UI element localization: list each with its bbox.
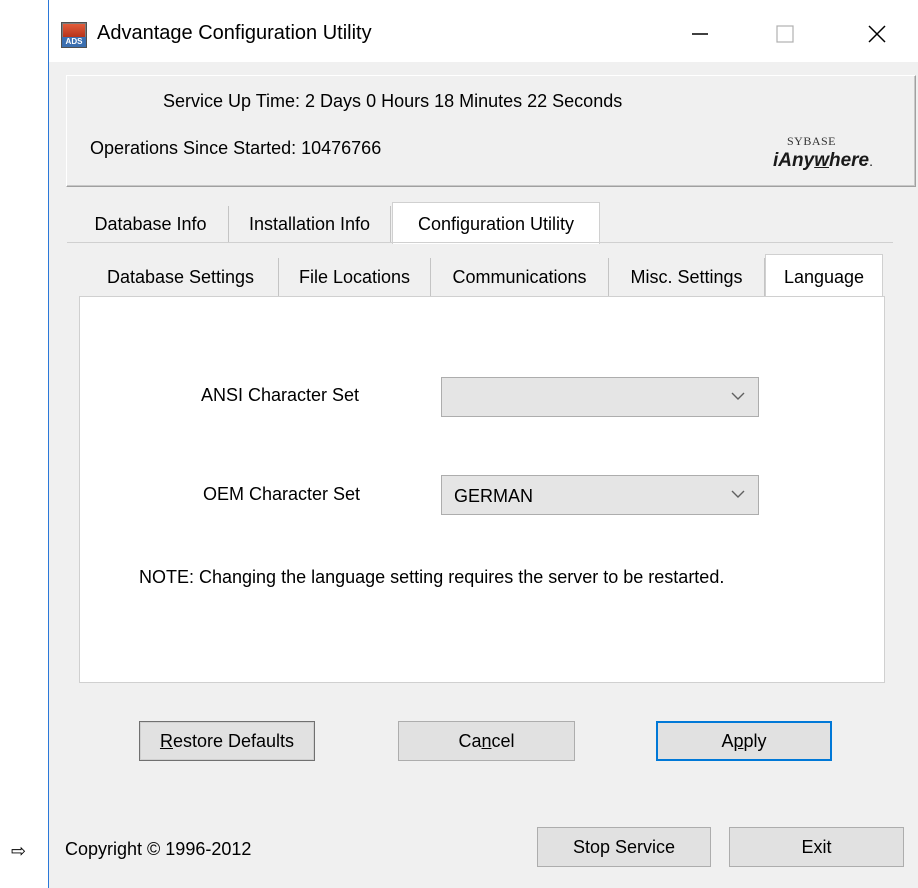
tab-database-info[interactable]: Database Info [73, 206, 229, 242]
maximize-button[interactable] [757, 14, 813, 54]
app-icon-graphic [63, 24, 85, 38]
tab-communications[interactable]: Communications [431, 258, 609, 296]
language-pane: ANSI Character Set OEM Character Set GER… [79, 296, 885, 683]
chevron-down-icon [731, 392, 745, 400]
tab-file-locations[interactable]: File Locations [279, 258, 431, 296]
tab-language[interactable]: Language [765, 254, 883, 298]
stop-service-button[interactable]: Stop Service [537, 827, 711, 867]
logo-prefix: iAny [773, 150, 815, 171]
apply-label-post: ply [743, 730, 767, 751]
cancel-label-accel: n [481, 730, 492, 751]
logo-underlined: w [814, 150, 829, 171]
tab-database-settings[interactable]: Database Settings [83, 258, 279, 296]
app-icon: ADS [61, 22, 87, 48]
tab-installation-info[interactable]: Installation Info [229, 206, 391, 242]
restore-defaults-button[interactable]: Restore Defaults [139, 721, 315, 761]
main-window: ADS Advantage Configuration Utility Serv… [48, 0, 918, 888]
restore-label-accel: R [159, 730, 173, 751]
oem-charset-value: GERMAN [454, 486, 534, 506]
oem-charset-label: OEM Character Set [203, 484, 361, 504]
service-up-time: Service Up Time: 2 Days 0 Hours 18 Minut… [163, 91, 623, 111]
ansi-charset-label: ANSI Character Set [201, 385, 360, 405]
apply-label-accel: p [733, 730, 744, 751]
window-title: Advantage Configuration Utility [97, 22, 372, 44]
ianywhere-logo: iAnywhere. [773, 150, 873, 172]
title-bar[interactable]: ADS Advantage Configuration Utility [49, 0, 918, 62]
cancel-label-post: cel [491, 730, 515, 751]
minimize-button[interactable] [672, 14, 728, 54]
cancel-label-pre: Ca [458, 730, 482, 751]
sybase-logo-text: SYBASE [787, 134, 837, 148]
copyright-text: Copyright © 1996-2012 [65, 839, 252, 859]
arrow-icon: ⇨ [11, 841, 27, 861]
maximize-icon [776, 25, 794, 43]
ansi-charset-select[interactable] [441, 377, 759, 417]
close-icon [868, 25, 886, 43]
logo-dot: . [869, 153, 873, 169]
tab-misc-settings[interactable]: Misc. Settings [609, 258, 765, 296]
minimize-icon [692, 33, 708, 35]
restart-note: NOTE: Changing the language setting requ… [139, 567, 725, 587]
status-panel: Service Up Time: 2 Days 0 Hours 18 Minut… [66, 75, 916, 187]
tab-configuration-utility[interactable]: Configuration Utility [392, 202, 600, 244]
close-button[interactable] [849, 14, 905, 54]
restore-label-post: estore Defaults [172, 730, 295, 751]
apply-label-pre: A [721, 730, 734, 751]
apply-button[interactable]: Ap ply [656, 721, 832, 761]
exit-button[interactable]: Exit [729, 827, 904, 867]
app-icon-label: ADS [62, 37, 86, 47]
chevron-down-icon [731, 490, 745, 498]
logo-suffix: here [828, 150, 870, 171]
oem-charset-select[interactable]: GERMAN [441, 475, 759, 515]
operations-count: Operations Since Started: 10476766 [90, 138, 382, 158]
cancel-button[interactable]: Ca n cel [398, 721, 575, 761]
